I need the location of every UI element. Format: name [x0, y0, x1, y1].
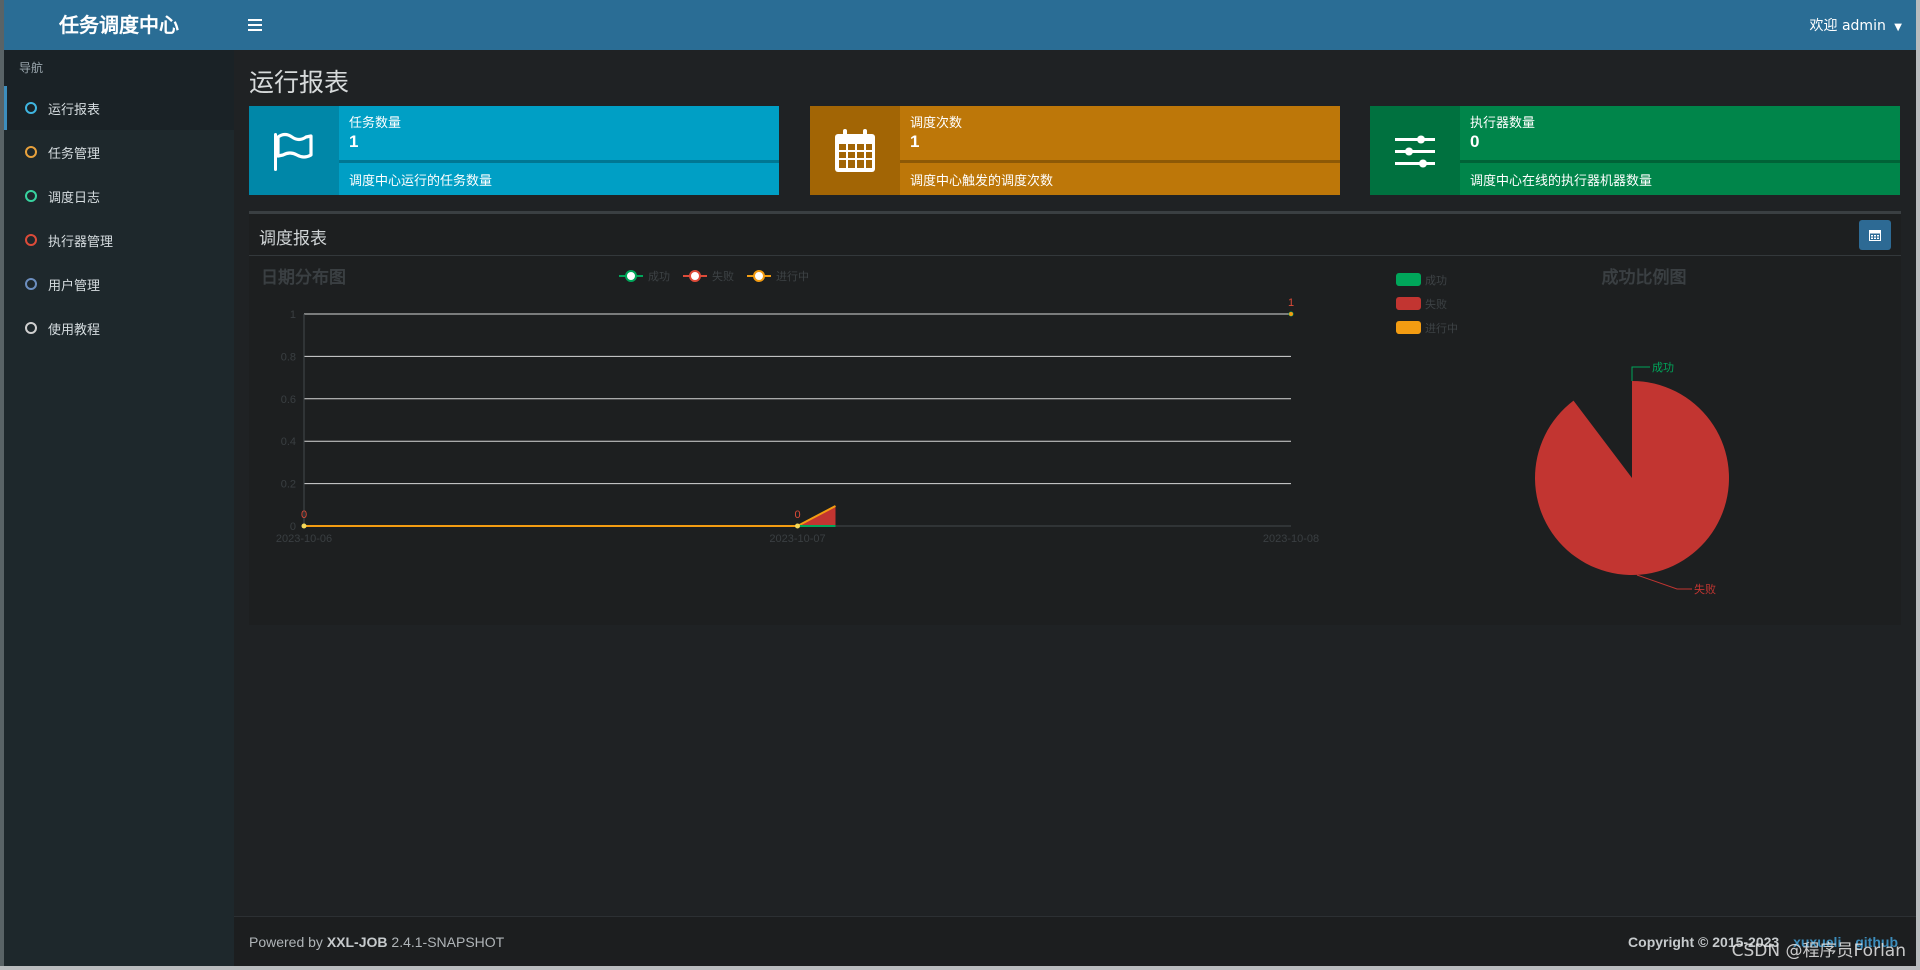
circle-icon [25, 322, 37, 334]
report-panel: 调度报表 日期分布图 成功 失败 进行中 0 0.2 0.4 0.6 0.8 1 2023-10-0… [249, 211, 1901, 625]
y-tick-label: 0.4 [281, 436, 296, 448]
x-tick-label: 2023-10-08 [1263, 533, 1319, 545]
y-tick-label: 1 [290, 309, 296, 321]
legend-label: 进行中 [776, 270, 809, 283]
y-tick-label: 0.2 [281, 479, 296, 491]
footer: Powered by XXL-JOB 2.4.1-SNAPSHOT Copyri… [234, 916, 1916, 966]
sliders-icon [1370, 106, 1460, 195]
user-menu[interactable]: 欢迎 admin ▼ [1810, 15, 1902, 35]
report-title: 调度报表 [259, 229, 327, 249]
sidebar-item-label: 使用教程 [48, 322, 101, 338]
pie-legend-swatch [1396, 321, 1421, 334]
info-box-jobs: 任务数量 1 调度中心运行的任务数量 [249, 106, 779, 195]
calendar-icon [810, 106, 900, 195]
sidebar-item-label: 执行器管理 [48, 234, 114, 250]
line-chart-title: 日期分布图 [261, 267, 346, 288]
app-logo[interactable]: 任务调度中心 [4, 0, 234, 50]
x-tick-label: 2023-10-06 [276, 533, 332, 545]
y-tick-label: 0.8 [281, 351, 296, 363]
menu-toggle-icon[interactable] [248, 15, 262, 36]
sidebar-item-label: 调度日志 [48, 190, 101, 206]
progress-divider [1460, 160, 1900, 163]
sidebar-item-tutorial[interactable]: 使用教程 [4, 306, 234, 350]
circle-icon [25, 190, 37, 202]
info-box-number: 1 [349, 132, 359, 151]
info-box-label: 任务数量 [349, 116, 402, 131]
footer-powered-by: Powered by XXL-JOB 2.4.1-SNAPSHOT [249, 934, 504, 950]
progress-divider [900, 160, 1340, 163]
sidebar: 任务调度中心 导航 运行报表 任务管理 调度日志 执行器管理 用户管理 使用教程 [4, 0, 234, 966]
y-tick-label: 0.6 [281, 394, 296, 406]
footer-version: 2.4.1-SNAPSHOT [387, 934, 505, 950]
progress-divider [339, 160, 779, 163]
pie-legend-label: 成功 [1425, 274, 1447, 287]
info-box-body: 调度次数 1 调度中心触发的调度次数 [900, 106, 1340, 195]
date-filter-button[interactable] [1859, 220, 1891, 250]
info-box-label: 执行器数量 [1470, 116, 1536, 131]
legend-marker [753, 270, 765, 282]
sidebar-item-label: 任务管理 [48, 146, 101, 162]
info-box-triggers: 调度次数 1 调度中心触发的调度次数 [810, 106, 1340, 195]
pie-legend-swatch [1396, 273, 1421, 286]
data-label: 0 [794, 509, 800, 521]
sidebar-item-jobs[interactable]: 任务管理 [4, 130, 234, 174]
pie-legend-swatch [1396, 297, 1421, 310]
data-point [1289, 312, 1293, 316]
pie-slice-label: 成功 [1652, 361, 1674, 374]
legend-marker [689, 270, 701, 282]
page-title: 运行报表 [249, 68, 350, 97]
sidebar-item-executors[interactable]: 执行器管理 [4, 218, 234, 262]
nav-header: 导航 [4, 50, 234, 86]
x-tick-label: 2023-10-07 [769, 533, 825, 545]
data-point [301, 523, 307, 529]
info-box-description: 调度中心触发的调度次数 [910, 174, 1054, 189]
sidebar-item-users[interactable]: 用户管理 [4, 262, 234, 306]
y-tick-label: 0 [290, 521, 296, 533]
legend-marker [625, 270, 637, 282]
pie-slice-label: 失败 [1694, 582, 1716, 596]
caret-down-icon: ▼ [1894, 22, 1902, 33]
circle-icon [25, 278, 37, 290]
pie-legend-label: 失败 [1425, 297, 1447, 311]
main-content: 运行报表 任务数量 1 调度中心运行的任务数量 调度次数 1 调度中心触发的调度… [234, 50, 1916, 916]
sidebar-item-report[interactable]: 运行报表 [4, 86, 234, 130]
circle-icon [25, 102, 37, 114]
circle-icon [25, 234, 37, 246]
info-box-executors: 执行器数量 0 调度中心在线的执行器机器数量 [1370, 106, 1900, 195]
data-label: 1 [1288, 297, 1294, 309]
top-navbar: 欢迎 admin ▼ [234, 0, 1916, 50]
info-box-body: 任务数量 1 调度中心运行的任务数量 [339, 106, 779, 195]
sidebar-item-label: 用户管理 [48, 278, 101, 294]
calendar-icon [1869, 230, 1881, 241]
footer-prefix: Powered by [249, 934, 327, 950]
sidebar-item-label: 运行报表 [48, 102, 101, 118]
info-box-number: 0 [1470, 132, 1480, 151]
pie-label-line [1636, 574, 1692, 590]
footer-product: XXL-JOB [326, 934, 388, 950]
info-box-label: 调度次数 [910, 116, 963, 131]
legend-label: 成功 [648, 270, 670, 283]
legend-label: 失败 [712, 269, 734, 283]
data-point [795, 523, 800, 529]
pie-chart-title: 成功比例图 [1602, 267, 1687, 288]
window-frame-bottom [0, 966, 1920, 970]
watermark: CSDN @程序员Forlan [1731, 941, 1906, 961]
data-label: 0 [301, 509, 307, 521]
pie-label-line [1631, 366, 1650, 381]
info-box-description: 调度中心在线的执行器机器数量 [1470, 174, 1653, 189]
window-frame-right [1916, 0, 1920, 970]
pie-legend-label: 进行中 [1425, 322, 1458, 335]
info-box-description: 调度中心运行的任务数量 [349, 174, 493, 189]
info-box-number: 1 [910, 132, 920, 151]
info-box-body: 执行器数量 0 调度中心在线的执行器机器数量 [1460, 106, 1900, 195]
sidebar-item-logs[interactable]: 调度日志 [4, 174, 234, 218]
flag-icon [249, 106, 339, 195]
pie-slice-failure [1534, 381, 1729, 575]
chart-canvas: 日期分布图 成功 失败 进行中00.20.40.60.812023-10-06 2023… [261, 267, 1729, 596]
circle-icon [25, 146, 37, 158]
user-menu-label: 欢迎 admin [1809, 18, 1886, 34]
report-header: 调度报表 [249, 214, 1901, 256]
